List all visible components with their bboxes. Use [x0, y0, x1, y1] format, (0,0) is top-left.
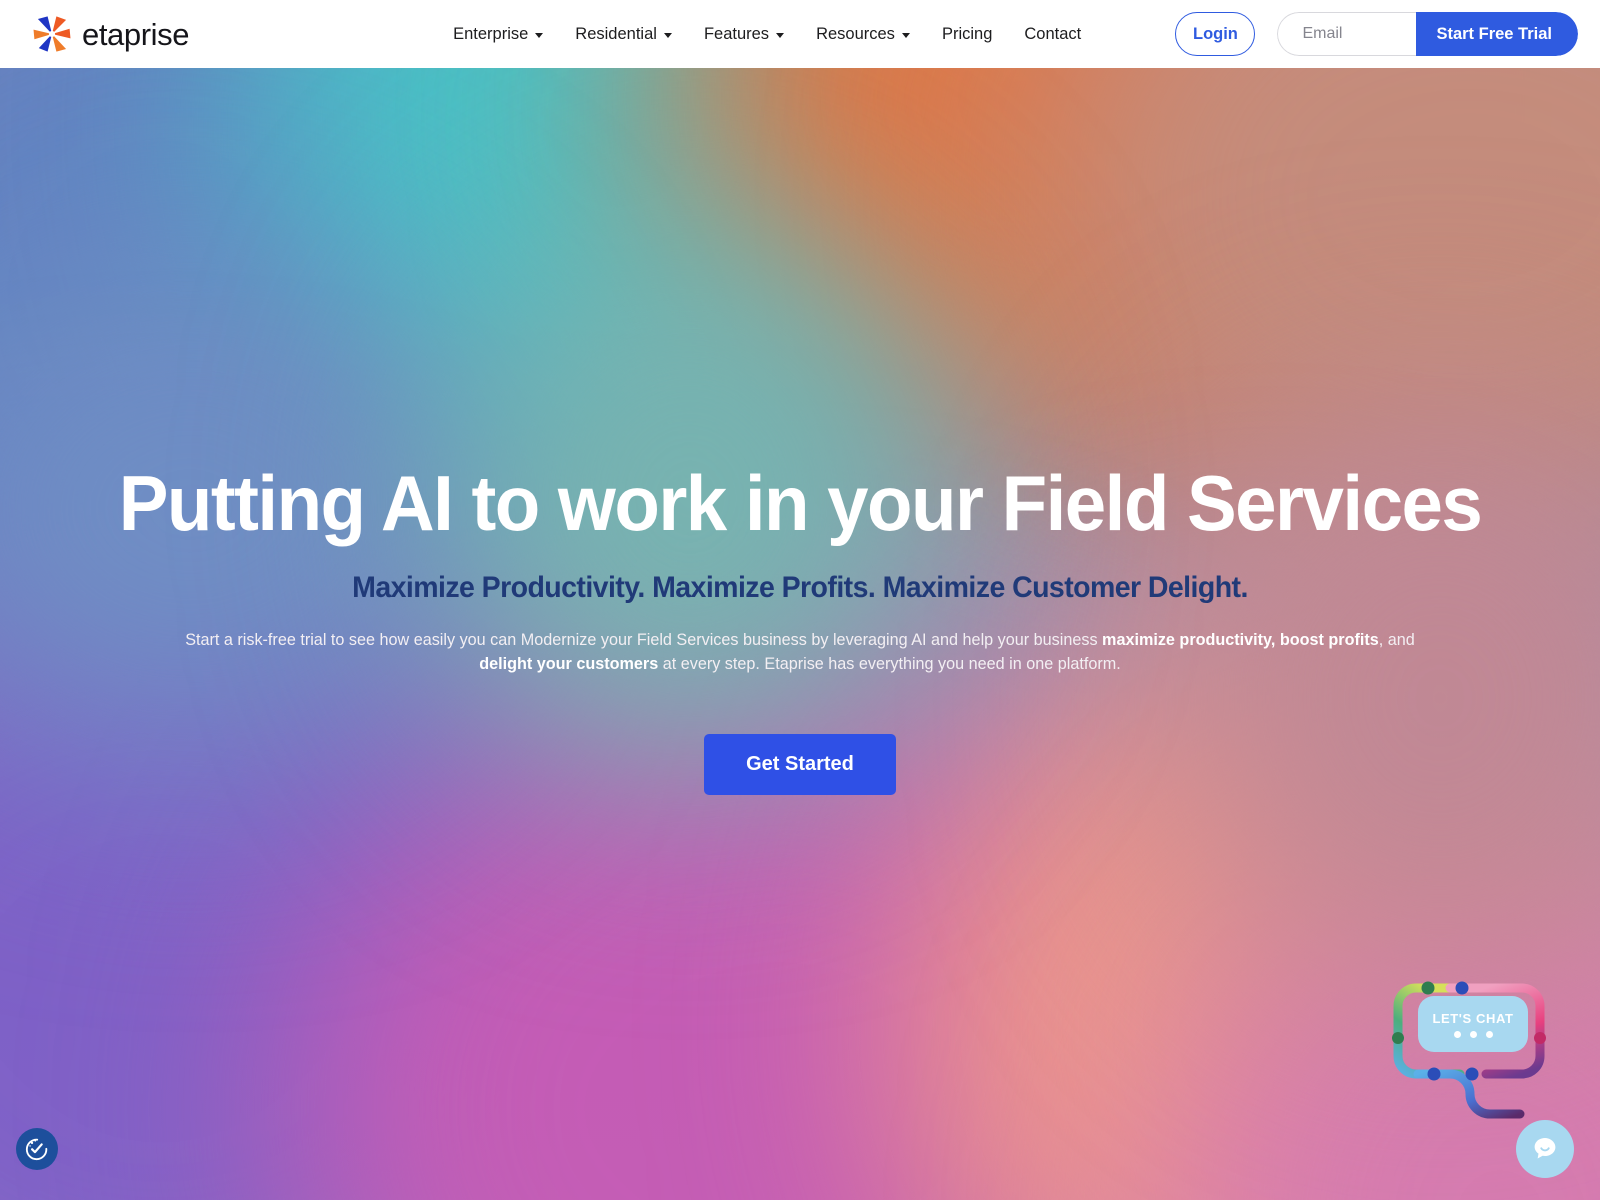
nav-label: Residential [575, 24, 657, 43]
chat-launcher-button[interactable] [1516, 1120, 1574, 1178]
logo-wordmark: etaprise [82, 16, 190, 52]
typing-dots-icon [1453, 1030, 1493, 1038]
hero-subheadline: Maximize Productivity. Maximize Profits.… [352, 571, 1248, 605]
lets-chat-badge[interactable]: LET'S CHAT [1418, 996, 1528, 1052]
para-text-1: Start a risk-free trial to see how easil… [185, 631, 1103, 650]
start-free-trial-button[interactable]: Start Free Trial [1416, 12, 1578, 56]
nav-label: Resources [816, 24, 895, 43]
hero-paragraph: Start a risk-free trial to see how easil… [165, 629, 1435, 676]
hero-content: Putting AI to work in your Field Service… [0, 68, 1600, 796]
para-bold-1: maximize productivity, boost profits [1102, 631, 1379, 650]
accessibility-widget-button[interactable] [16, 1128, 58, 1170]
chat-bubble-smile-icon [1534, 1138, 1556, 1159]
para-text-3: at every step. Etaprise has everything y… [658, 654, 1121, 673]
lets-chat-label: LET'S CHAT [1432, 1010, 1514, 1026]
nav-label: Pricing [941, 24, 993, 43]
nav-item-pricing[interactable]: Pricing [926, 14, 1008, 54]
nav-label: Enterprise [453, 24, 529, 43]
hero-section: Putting AI to work in your Field Service… [0, 68, 1600, 1200]
header-actions: Login Start Free Trial [1175, 0, 1578, 68]
chevron-down-icon [901, 32, 910, 38]
nav-item-residential[interactable]: Residential [559, 14, 688, 54]
para-text-2: , and [1378, 631, 1415, 650]
nav-label: Features [703, 24, 770, 43]
logo-link[interactable]: etaprise [30, 12, 189, 56]
free-trial-form: Start Free Trial [1277, 12, 1578, 56]
chevron-down-icon [663, 32, 672, 38]
hero-headline: Putting AI to work in your Field Service… [118, 459, 1483, 547]
nav-item-features[interactable]: Features [688, 14, 800, 54]
para-bold-2: delight your customers [479, 654, 659, 673]
nav-item-enterprise[interactable]: Enterprise [437, 14, 559, 54]
site-header: etaprise Enterprise Residential Features… [0, 0, 1600, 68]
chat-widget: LET'S CHAT [1380, 970, 1600, 1200]
chevron-down-icon [776, 32, 785, 38]
nav-item-contact[interactable]: Contact [1008, 14, 1097, 54]
hero-cta-row: Get Started [0, 734, 1600, 796]
accessibility-check-badge-icon [25, 1138, 48, 1161]
get-started-button[interactable]: Get Started [704, 734, 896, 796]
main-navigation: Enterprise Residential Features Resource… [437, 14, 1097, 54]
email-input[interactable] [1277, 12, 1418, 56]
etaprise-pinwheel-logo-icon [33, 16, 71, 52]
nav-label: Contact [1024, 24, 1082, 43]
chevron-down-icon [535, 32, 544, 38]
nav-item-resources[interactable]: Resources [800, 14, 926, 54]
login-button[interactable]: Login [1175, 12, 1256, 56]
